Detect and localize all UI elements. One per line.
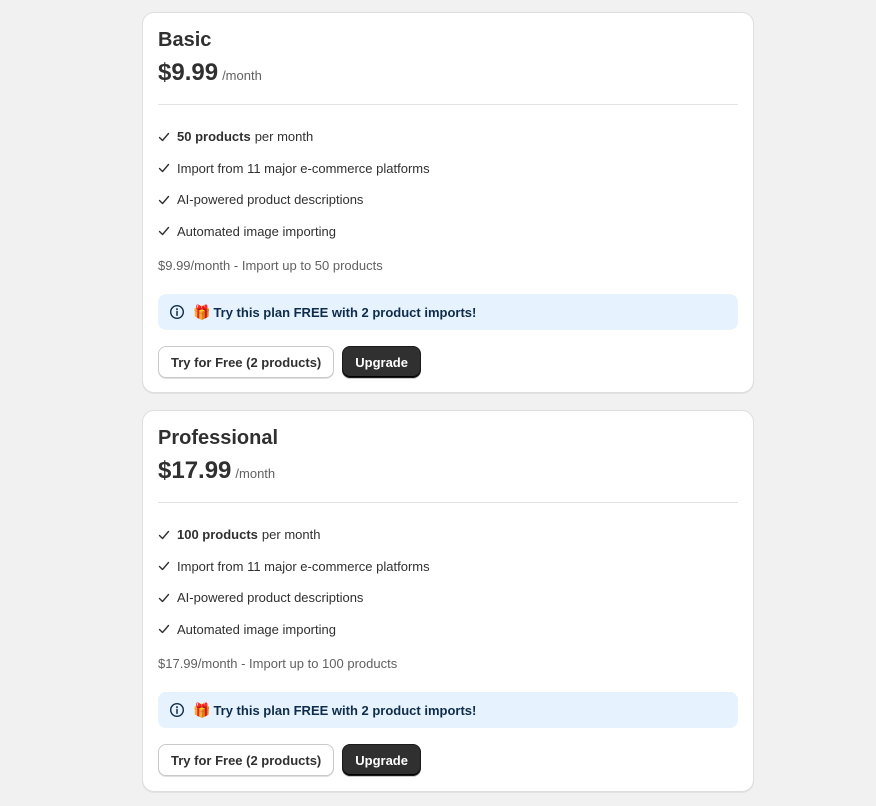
feature-item: AI-powered product descriptions: [158, 582, 430, 614]
feature-highlight: 50 products: [177, 129, 251, 145]
feature-text: Import from 11 major e-commerce platform…: [177, 558, 430, 574]
price-row: $9.99 /month: [158, 59, 262, 87]
feature-text: Automated image importing: [177, 223, 336, 239]
feature-item: 100 products per month: [158, 519, 430, 551]
check-icon: [158, 625, 170, 634]
try-free-button[interactable]: Try for Free (2 products): [158, 744, 335, 776]
feature-text: per month: [254, 129, 314, 145]
banner-text: Try this plan FREE with 2 product import…: [213, 702, 477, 718]
check-icon: [158, 593, 170, 602]
feature-list: 100 products per month Import from 11 ma…: [158, 519, 430, 645]
feature-text: per month: [261, 527, 321, 543]
try-free-button[interactable]: Try for Free (2 products): [158, 346, 335, 378]
plan-price: $9.99: [158, 59, 219, 86]
feature-item: Automated image importing: [158, 614, 430, 646]
feature-text: Automated image importing: [177, 621, 336, 637]
check-icon: [158, 195, 170, 204]
plan-summary: $17.99/month - Import up to 100 products: [158, 656, 398, 671]
feature-item: Automated image importing: [158, 216, 430, 248]
upgrade-button[interactable]: Upgrade: [342, 744, 421, 776]
price-row: $17.99 /month: [158, 457, 275, 485]
free-trial-banner: 🎁 Try this plan FREE with 2 product impo…: [158, 294, 738, 330]
plan-name: Basic: [158, 29, 212, 51]
feature-item: AI-powered product descriptions: [158, 184, 430, 216]
feature-text: Import from 11 major e-commerce platform…: [177, 160, 430, 176]
feature-item: 50 products per month: [158, 121, 430, 153]
info-icon: [169, 702, 185, 718]
plan-price: $17.99: [158, 457, 232, 484]
feature-text: AI-powered product descriptions: [177, 590, 364, 606]
check-icon: [158, 227, 170, 236]
plan-card-professional: Professional $17.99 /month 100 products …: [142, 410, 754, 792]
plan-period: /month: [235, 466, 276, 481]
button-row: Try for Free (2 products) Upgrade: [158, 744, 421, 776]
upgrade-button[interactable]: Upgrade: [342, 346, 421, 378]
check-icon: [158, 530, 170, 539]
plan-card-basic: Basic $9.99 /month 50 products per month…: [142, 12, 754, 393]
check-icon: [158, 132, 170, 141]
feature-list: 50 products per month Import from 11 maj…: [158, 121, 430, 247]
plan-period: /month: [222, 68, 262, 83]
feature-item: Import from 11 major e-commerce platform…: [158, 551, 430, 583]
banner-text: Try this plan FREE with 2 product import…: [213, 304, 477, 320]
check-icon: [158, 164, 170, 173]
gift-icon: 🎁: [193, 701, 211, 718]
check-icon: [158, 562, 170, 571]
gift-icon: 🎁: [193, 303, 211, 320]
plan-summary: $9.99/month - Import up to 50 products: [158, 258, 383, 273]
feature-highlight: 100 products: [177, 527, 258, 543]
feature-text: AI-powered product descriptions: [177, 192, 364, 208]
plan-name: Professional: [158, 427, 279, 449]
button-row: Try for Free (2 products) Upgrade: [158, 346, 421, 378]
feature-item: Import from 11 major e-commerce platform…: [158, 153, 430, 185]
divider: [158, 104, 738, 105]
free-trial-banner: 🎁 Try this plan FREE with 2 product impo…: [158, 692, 738, 728]
info-icon: [169, 304, 185, 320]
divider: [158, 502, 738, 503]
